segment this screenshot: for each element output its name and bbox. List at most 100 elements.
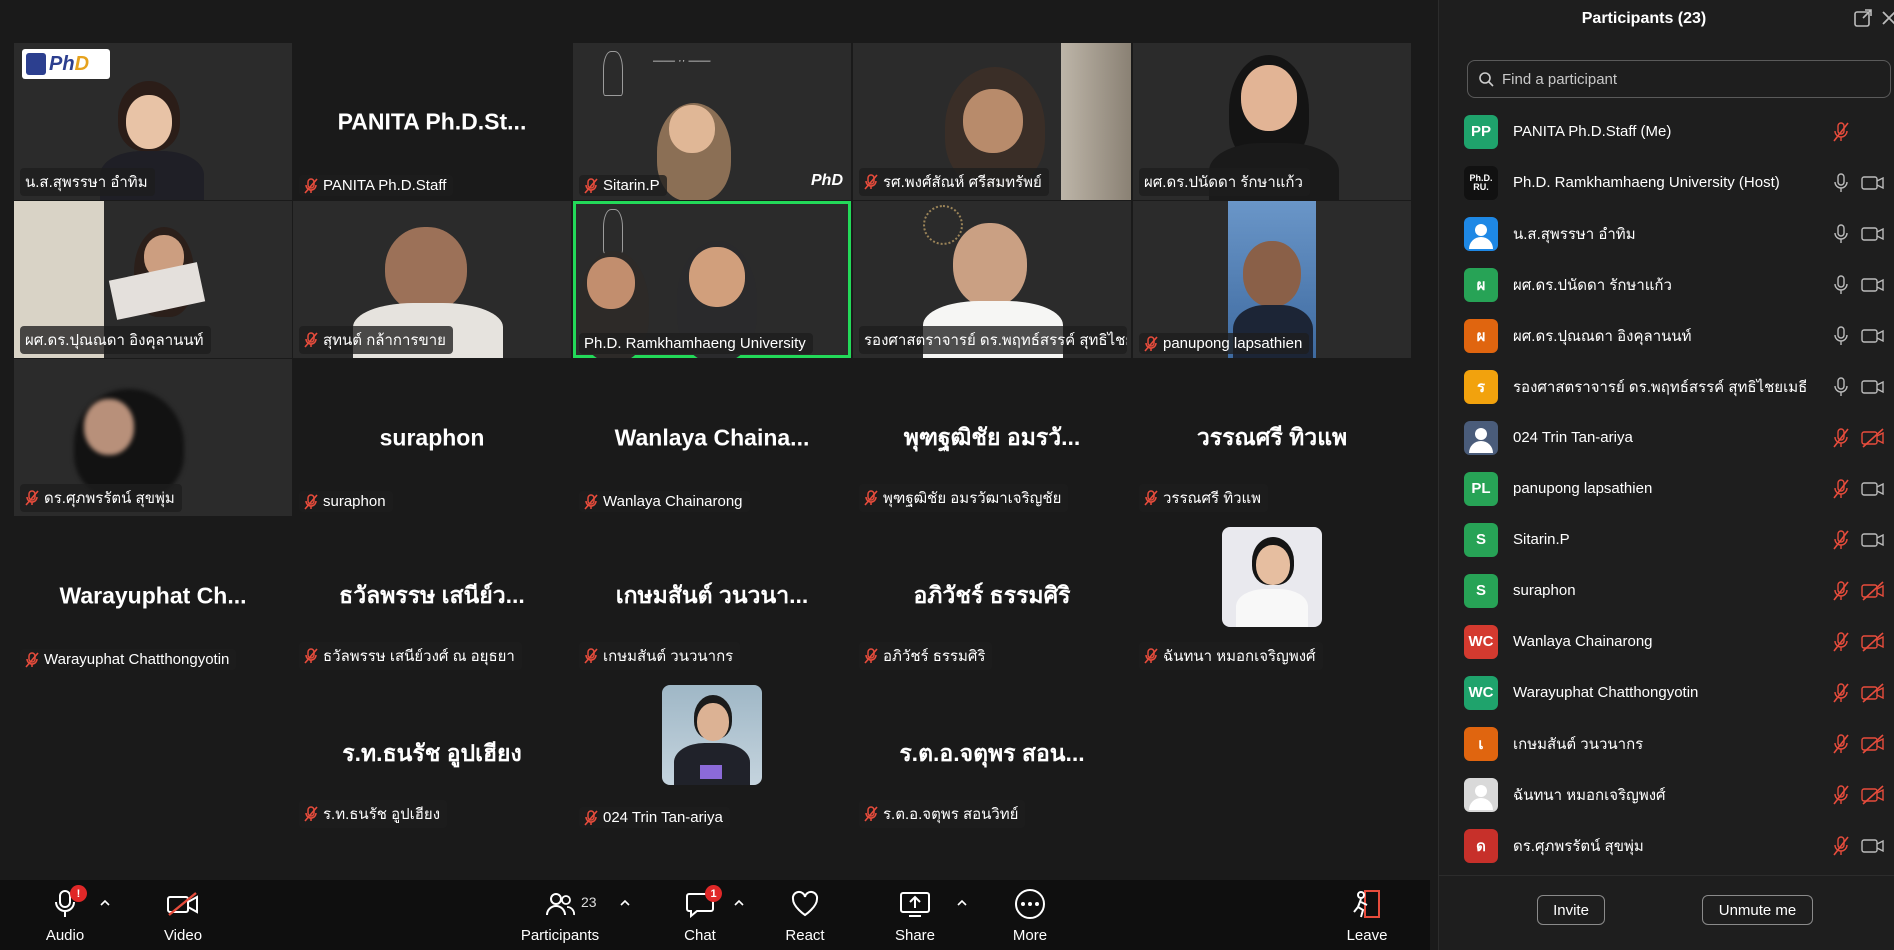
unmute-me-button[interactable]: Unmute me [1702,895,1813,925]
participant-row[interactable]: ด ดร.ศุภพรรัตน์ สุขพุ่ม [1439,820,1894,871]
microphone-icon[interactable] [1832,325,1850,346]
participant-avatar: PL [1464,471,1498,506]
microphone-icon[interactable] [1832,223,1850,244]
microphone-icon[interactable] [1832,274,1850,295]
search-box[interactable] [1467,60,1891,98]
mic-muted-icon[interactable] [1832,631,1850,652]
react-button[interactable]: React [780,880,830,950]
participant-name: PANITA Ph.D.Staff (Me) [1513,123,1672,140]
leave-button[interactable]: Leave [1342,880,1392,950]
chat-options-caret-icon[interactable] [732,896,746,910]
video-tile[interactable]: ฉันทนา หมอกเจริญพงศ์ [1133,517,1411,674]
search-input[interactable] [1502,70,1882,88]
participant-row[interactable]: S Sitarin.P [1439,514,1894,565]
video-tile[interactable]: อภิวัชร์ ธรรมศิริ อภิวัชร์ ธรรมศิริ [853,517,1131,674]
mic-muted-icon [584,177,598,194]
mic-muted-icon[interactable] [1832,580,1850,601]
mic-muted-icon[interactable] [1832,733,1850,754]
tile-name-label: เกษมสันต์ วนวนากร [579,642,741,670]
participant-row[interactable]: น.ส.สุพรรษา อำทิม [1439,208,1894,259]
video-tile[interactable]: —— ·· —— PhD Sitarin.P [573,43,851,200]
participants-button[interactable]: Participants [520,880,600,950]
more-button[interactable]: More [1005,880,1055,950]
tile-display-name: พุฑฐฒิชัย อมรวั... [903,423,1081,450]
video-tile[interactable]: ผศ.ดร.ปนัดดา รักษาแก้ว [1133,43,1411,200]
video-tile-active-speaker[interactable]: Ph.D. Ramkhamhaeng University [573,201,851,358]
mic-muted-icon [1144,648,1158,664]
video-tile[interactable]: ธวัลพรรษ เสนีย์ว... ธวัลพรรษ เสนีย์วงศ์ … [293,517,571,674]
participant-row[interactable]: เ เกษมสันต์ วนวนากร [1439,718,1894,769]
participant-avatar: ด [1464,828,1498,863]
video-tile[interactable]: ร.ท.ธนรัช อูปเฮียง ร.ท.ธนรัช อูปเฮียง [293,675,571,832]
video-tile[interactable]: PANITA Ph.D.St... PANITA Ph.D.Staff [293,43,571,200]
tile-display-name: suraphon [379,424,485,450]
participant-name: ฉันทนา หมอกเจริญพงศ์ [1513,786,1666,804]
participant-row[interactable]: ร รองศาสตราจารย์ ดร.พฤทธ์สรรค์ สุทธิไชยเม… [1439,361,1894,412]
video-tile[interactable]: panupong lapsathien [1133,201,1411,358]
audio-button[interactable]: ! Audio [40,880,90,950]
mic-muted-icon[interactable] [1832,478,1850,499]
video-tile[interactable]: PhD น.ส.สุพรรษา อำทิม [14,43,292,200]
participant-name: panupong lapsathien [1513,480,1653,497]
video-tile[interactable]: วรรณศรี ทิวแพ วรรณศรี ทิวแพ [1133,359,1411,516]
mic-muted-icon [25,651,39,668]
video-tile[interactable]: suraphon suraphon [293,359,571,516]
tile-name-label: panupong lapsathien [1139,333,1310,354]
video-gallery: PhD น.ส.สุพรรษา อำทิม PANITA Ph.D.St... … [0,0,1430,880]
participant-row[interactable]: WC Warayuphat Chatthongyotin [1439,667,1894,718]
participant-name: รองศาสตราจารย์ ดร.พฤทธ์สรรค์ สุทธิไชยเมธ… [1513,378,1808,396]
mic-muted-icon[interactable] [1832,427,1850,448]
share-options-caret-icon[interactable] [955,896,969,910]
microphone-icon[interactable] [1832,376,1850,397]
video-off-icon [1861,427,1885,448]
mic-muted-icon [25,490,39,506]
video-tile[interactable]: ผศ.ดร.ปุณณดา อิงคุลานนท์ [14,201,292,358]
mic-muted-icon[interactable] [1832,529,1850,550]
video-tile[interactable]: ดร.ศุภพรรัตน์ สุขพุ่ม [14,359,292,516]
video-tile[interactable]: 024 Trin Tan-ariya [573,675,851,832]
mic-muted-icon[interactable] [1832,784,1850,805]
participant-list: PP PANITA Ph.D.Staff (Me) Ph.D. RU. Ph.D. R… [1439,106,1894,876]
share-button[interactable]: Share [890,880,940,950]
profile-photo [1222,527,1322,627]
participant-avatar: WC [1464,624,1498,659]
participant-name: น.ส.สุพรรษา อำทิม [1513,225,1636,243]
participant-row[interactable]: WC Wanlaya Chainarong [1439,616,1894,667]
participant-name: 024 Trin Tan-ariya [1513,429,1633,446]
video-tile[interactable]: ร.ต.อ.จตุพร สอน... ร.ต.อ.จตุพร สอนวิทย์ [853,675,1131,832]
popout-icon[interactable] [1853,8,1873,28]
audio-options-caret-icon[interactable] [98,896,112,910]
participant-row[interactable]: PP PANITA Ph.D.Staff (Me) [1439,106,1894,157]
mic-muted-icon[interactable] [1832,121,1850,142]
participant-row[interactable]: Ph.D. RU. Ph.D. Ramkhamhaeng University (… [1439,157,1894,208]
mic-muted-icon[interactable] [1832,835,1850,856]
video-tile[interactable]: สุทนต์ กล้าการขาย [293,201,571,358]
video-tile[interactable]: รศ.พงศ์สัณห์ ศรีสมทรัพย์ [853,43,1131,200]
tile-display-name: Warayuphat Ch... [59,582,247,608]
microphone-icon[interactable] [1832,172,1850,193]
participants-options-caret-icon[interactable] [618,896,632,910]
participant-row[interactable]: PL panupong lapsathien [1439,463,1894,514]
participant-row[interactable]: 024 Trin Tan-ariya [1439,412,1894,463]
zoom-meeting-window: PhD น.ส.สุพรรษา อำทิม PANITA Ph.D.St... … [0,0,1894,950]
participant-row[interactable]: ฉันทนา หมอกเจริญพงศ์ [1439,769,1894,820]
user-silhouette-icon [1469,784,1493,810]
participant-row[interactable]: ผ ผศ.ดร.ปุณณดา อิงคุลานนท์ [1439,310,1894,361]
video-button[interactable]: Video [158,880,208,950]
video-tile[interactable]: รองศาสตราจารย์ ดร.พฤทธ์สรรค์ สุทธิไชยเมธ… [853,201,1131,358]
participant-initials: Ph.D. RU. [1469,172,1493,192]
video-tile[interactable]: เกษมสันต์ วนวนา... เกษมสันต์ วนวนากร [573,517,851,674]
participant-initials: ผ [1476,327,1486,345]
video-tile[interactable]: Wanlaya Chaina... Wanlaya Chainarong [573,359,851,516]
mic-muted-icon [584,493,598,510]
video-tile[interactable]: พุฑฐฒิชัย อมรวั... พุฑฐฒิชัย อมรวัฒาเจริ… [853,359,1131,516]
invite-button[interactable]: Invite [1537,895,1605,925]
chat-button[interactable]: 1 Chat [678,880,722,950]
video-camera-icon [1861,530,1885,550]
video-tile[interactable]: Warayuphat Ch... Warayuphat Chatthongyot… [14,517,292,674]
participant-row[interactable]: ผ ผศ.ดร.ปนัดดา รักษาแก้ว [1439,259,1894,310]
mic-muted-icon[interactable] [1832,682,1850,703]
close-icon[interactable] [1879,8,1894,28]
more-dots-icon [1015,889,1045,919]
participant-row[interactable]: Ssuraphon [1439,565,1894,616]
